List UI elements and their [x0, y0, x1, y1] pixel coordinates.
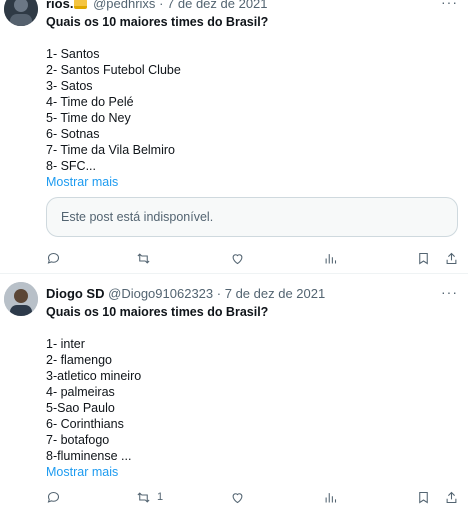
views-button[interactable]: [323, 248, 344, 268]
list-item: 3-atletico mineiro: [46, 369, 142, 383]
more-options-icon[interactable]: ···: [441, 0, 458, 10]
quoted-post-unavailable[interactable]: Este post está indisponível.: [46, 197, 458, 237]
reply-button[interactable]: [46, 487, 67, 507]
tweet-header: Diogo SD @Diogo91062323 · 7 de dez de 20…: [46, 285, 438, 303]
share-button[interactable]: [444, 487, 459, 507]
action-bar: 1: [40, 487, 460, 507]
avatar-image: [4, 282, 38, 316]
views-button[interactable]: [323, 487, 344, 507]
list-item: 5- Time do Ney: [46, 111, 131, 125]
display-name[interactable]: Diogo SD: [46, 286, 105, 301]
retweet-count: 1: [157, 491, 164, 503]
display-name[interactable]: rios.: [46, 0, 73, 11]
bookmark-icon: [419, 491, 428, 503]
heart-icon: [232, 253, 243, 264]
views-icon: [325, 492, 337, 502]
like-button[interactable]: [230, 248, 251, 268]
share-icon: [446, 491, 457, 503]
list-item: 1- inter: [46, 337, 85, 351]
reply-button[interactable]: [46, 248, 67, 268]
list-item: 2- flamengo: [46, 353, 113, 367]
user-handle[interactable]: @Diogo91062323: [108, 286, 213, 301]
retweet-button[interactable]: [136, 248, 157, 268]
bookmark-icon: [419, 252, 428, 264]
tweet[interactable]: rios. @pedhrixs · 7 de dez de 2021 ··· Q…: [0, 0, 468, 274]
avatar-image: [4, 0, 38, 26]
tweet-text: Quais os 10 maiores times do Brasil? 1- …: [46, 304, 456, 480]
list-item: 6- Corinthians: [46, 417, 124, 431]
list-item: 2- Santos Futebol Clube: [46, 63, 181, 77]
crown-icon: [74, 0, 88, 9]
tweet-date[interactable]: 7 de dez de 2021: [167, 0, 267, 11]
reply-icon: [47, 491, 60, 503]
tweet[interactable]: Diogo SD @Diogo91062323 · 7 de dez de 20…: [0, 282, 468, 521]
retweet-icon: [137, 491, 150, 503]
list-item: 4- Time do Pelé: [46, 95, 134, 109]
more-options-icon[interactable]: ···: [441, 284, 458, 300]
separator-dot: ·: [159, 0, 164, 11]
bookmark-button[interactable]: [416, 487, 431, 507]
quote-text: Este post está indisponível.: [61, 210, 214, 224]
tweet-header: rios. @pedhrixs · 7 de dez de 2021: [46, 0, 438, 13]
list-item: 6- Sotnas: [46, 127, 100, 141]
bookmark-button[interactable]: [416, 248, 431, 268]
list-item: 7- botafogo: [46, 433, 110, 447]
list-item: 3- Satos: [46, 79, 93, 93]
share-icon: [446, 252, 457, 264]
user-handle[interactable]: @pedhrixs: [93, 0, 155, 11]
show-more-link[interactable]: Mostrar mais: [46, 464, 456, 480]
avatar[interactable]: [4, 282, 38, 316]
list-item: 5-Sao Paulo: [46, 401, 115, 415]
list-item: 8-fluminense ...: [46, 449, 132, 463]
list-item: 8- SFC...: [46, 159, 97, 173]
retweet-button[interactable]: 1: [136, 487, 163, 507]
tweet-text: Quais os 10 maiores times do Brasil? 1- …: [46, 14, 456, 190]
tweet-title: Quais os 10 maiores times do Brasil?: [46, 305, 269, 319]
separator-dot: ·: [216, 286, 222, 301]
reply-icon: [47, 252, 60, 264]
list-item: 7- Time da Vila Belmiro: [46, 143, 175, 157]
tweet-divider: [0, 273, 468, 274]
tweet-date[interactable]: 7 de dez de 2021: [225, 286, 325, 301]
share-button[interactable]: [444, 248, 459, 268]
action-bar: [40, 248, 460, 268]
list-item: 4- palmeiras: [46, 385, 115, 399]
list-item: 1- Santos: [46, 47, 100, 61]
retweet-icon: [137, 252, 150, 264]
heart-icon: [232, 492, 243, 503]
like-button[interactable]: [230, 487, 251, 507]
show-more-link[interactable]: Mostrar mais: [46, 174, 456, 190]
tweet-title: Quais os 10 maiores times do Brasil?: [46, 15, 269, 29]
avatar[interactable]: [4, 0, 38, 26]
views-icon: [325, 253, 337, 263]
